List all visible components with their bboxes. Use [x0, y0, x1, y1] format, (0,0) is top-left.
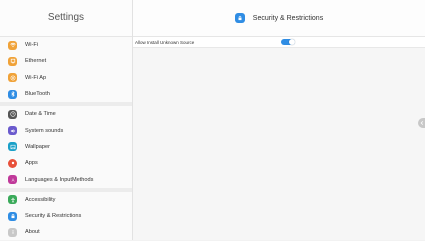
- info-icon: [8, 227, 17, 237]
- sidebar-item-languages[interactable]: A Languages & InputMethods: [0, 171, 132, 187]
- apps-icon: [8, 158, 17, 168]
- side-drawer-handle[interactable]: [418, 118, 425, 128]
- sidebar-item-wifi[interactable]: Wi-Fi: [0, 37, 132, 53]
- sidebar-group-network: Wi-Fi Ethernet Wi-Fi Ap BlueTooth: [0, 37, 132, 102]
- sidebar-item-security[interactable]: Security & Restrictions: [0, 208, 132, 224]
- unknown-sources-toggle[interactable]: [281, 39, 295, 45]
- sidebar-item-apps[interactable]: Apps: [0, 155, 132, 171]
- toggle-knob: [289, 39, 295, 45]
- settings-sidebar: Settings Wi-Fi Ethernet Wi-Fi Ap BlueToo…: [0, 0, 133, 240]
- sidebar-item-wallpaper[interactable]: Wallpaper: [0, 139, 132, 155]
- wifi-icon: [8, 40, 17, 50]
- content-header: Security & Restrictions: [133, 0, 425, 37]
- sidebar-group-device: Date & Time System sounds Wallpaper Apps…: [0, 106, 132, 187]
- lock-icon: [234, 13, 245, 23]
- sidebar-item-label: Ethernet: [25, 58, 47, 65]
- sidebar-item-ethernet[interactable]: Ethernet: [0, 53, 132, 69]
- sidebar-item-about[interactable]: About: [0, 224, 132, 240]
- sidebar-item-date-time[interactable]: Date & Time: [0, 106, 132, 122]
- lock-icon: [8, 211, 17, 221]
- hotspot-icon: [8, 73, 17, 83]
- sidebar-item-accessibility[interactable]: Accessibility: [0, 192, 132, 208]
- sidebar-item-system-sounds[interactable]: System sounds: [0, 122, 132, 138]
- sidebar-item-label: BlueTooth: [25, 91, 50, 98]
- chevron-left-icon: [420, 121, 423, 125]
- wallpaper-icon: [8, 142, 17, 152]
- sidebar-item-label: Wi-Fi: [25, 42, 39, 49]
- sidebar-item-label: About: [25, 229, 40, 236]
- sidebar-item-wifi-ap[interactable]: Wi-Fi Ap: [0, 70, 132, 86]
- language-icon: A: [8, 175, 17, 185]
- sidebar-item-label: Accessibility: [25, 196, 56, 203]
- sidebar-item-label: Date & Time: [25, 111, 56, 118]
- sidebar-item-bluetooth[interactable]: BlueTooth: [0, 86, 132, 102]
- content-pane: Security & Restrictions Allow Install Un…: [133, 0, 425, 240]
- sidebar-title: Settings: [0, 0, 132, 37]
- sidebar-item-label: Security & Restrictions: [25, 213, 82, 220]
- bluetooth-icon: [8, 89, 17, 99]
- sidebar-item-label: Languages & InputMethods: [25, 176, 94, 183]
- setting-label: Allow Install Unknown Source: [135, 39, 195, 45]
- sidebar-group-system: Accessibility Security & Restrictions Ab…: [0, 192, 132, 241]
- svg-text:A: A: [11, 177, 14, 182]
- sidebar-item-label: System sounds: [25, 127, 64, 134]
- speaker-icon: [8, 126, 17, 136]
- clock-icon: [8, 109, 17, 119]
- setting-row-unknown-sources[interactable]: Allow Install Unknown Source: [133, 37, 425, 48]
- ethernet-icon: [8, 56, 17, 66]
- accessibility-icon: [8, 195, 17, 205]
- sidebar-item-label: Apps: [25, 160, 38, 167]
- sidebar-item-label: Wallpaper: [25, 143, 50, 150]
- sidebar-item-label: Wi-Fi Ap: [25, 74, 47, 81]
- page-title: Security & Restrictions: [252, 14, 324, 22]
